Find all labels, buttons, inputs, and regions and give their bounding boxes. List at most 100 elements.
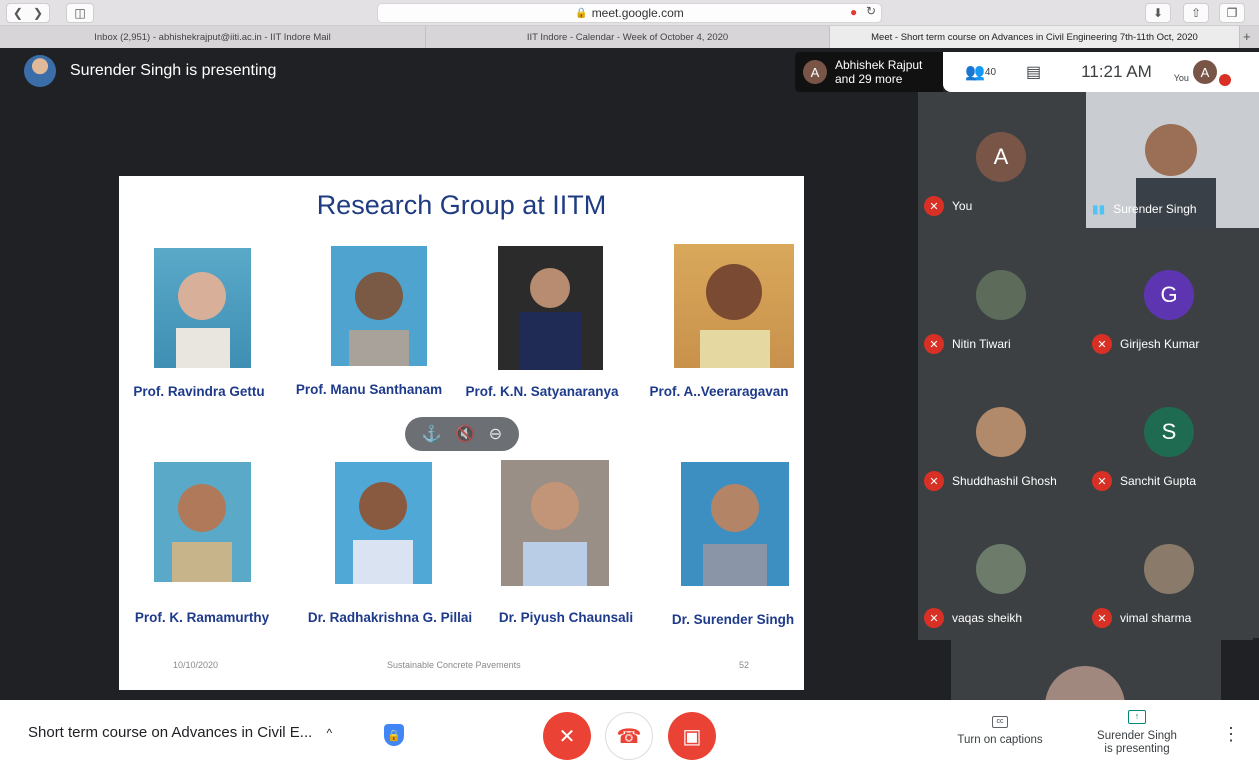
downloads-button[interactable]: ⬇	[1145, 3, 1171, 23]
meeting-controls-bar: Short term course on Advances in Civil E…	[0, 700, 1259, 766]
avatar	[1144, 544, 1194, 594]
new-tab-button[interactable]: +	[1243, 29, 1251, 44]
people-icon: 👥	[965, 64, 985, 81]
captions-label: Turn on captions	[957, 734, 1043, 746]
tile-hover-toolbar: ⚓ 🔇 ⊖	[405, 417, 519, 451]
avatar: S	[1144, 407, 1194, 457]
meet-top-bar: 👥 40 ▤ 11:21 AM You A	[943, 52, 1259, 92]
captions-icon: cc	[992, 716, 1008, 728]
tab-bar: Inbox (2,951) - abhishekrajput@iiti.ac.i…	[0, 26, 1259, 48]
more-options-icon[interactable]: ⋮	[1222, 724, 1240, 745]
camera-off-icon: ▣	[682, 725, 702, 748]
mute-audio-icon[interactable]: 🔇	[455, 424, 475, 444]
mic-toggle-button[interactable]: ✕	[543, 712, 591, 760]
self-label: You	[1173, 73, 1189, 83]
slide-footer-date: 10/10/2020	[173, 660, 219, 670]
tile-vaqas-sheikh[interactable]: ✕ vaqas sheikh	[918, 504, 1085, 640]
camera-toggle-button[interactable]: ▣	[668, 712, 716, 760]
self-avatar[interactable]: A	[1192, 60, 1217, 84]
mic-off-icon: ✕	[924, 196, 944, 216]
sidebar-toggle-button[interactable]: ◫	[66, 3, 94, 23]
presenter-avatar	[24, 55, 56, 87]
chat-button[interactable]: ▤	[1026, 62, 1041, 82]
url-text: meet.google.com	[591, 6, 684, 20]
chat-icon: ▤	[1026, 64, 1042, 81]
mic-off-icon: ✕	[1092, 334, 1112, 354]
participant-name: vimal sharma	[1120, 611, 1192, 625]
chip-avatar: A	[803, 60, 827, 84]
tab-overview-button[interactable]: ❐	[1219, 3, 1245, 23]
chip-line1: Abhishek Rajput	[835, 58, 923, 72]
presenter-banner: Surender Singh is presenting	[24, 55, 324, 87]
microphone-in-use-icon[interactable]: ●	[850, 5, 857, 19]
tile-shuddhashil-ghosh[interactable]: ✕ Shuddhashil Ghosh	[918, 367, 1085, 503]
forward-icon[interactable]: ❯	[33, 6, 43, 20]
tile-you[interactable]: A ✕ You	[918, 92, 1085, 228]
participants-chip[interactable]: A Abhishek Rajput and 29 more	[795, 52, 943, 92]
mic-off-icon: ✕	[924, 471, 944, 491]
address-bar[interactable]: 🔒 meet.google.com	[377, 3, 882, 23]
tile-sanchit-gupta[interactable]: S ✕ Sanchit Gupta	[1086, 367, 1253, 503]
name-radhakrishna-pillai: Dr. Radhakrishna G. Pillai	[307, 610, 473, 625]
share-icon: ⇧	[1190, 6, 1202, 20]
present-icon: ↑	[1128, 710, 1146, 724]
participant-name: vaqas sheikh	[952, 611, 1023, 625]
photo-ravindra-gettu	[154, 248, 251, 368]
mic-off-icon: ✕	[1092, 471, 1112, 491]
sidebar-icon: ◫	[74, 6, 86, 20]
name-a-veeraragavan: Prof. A..Veeraragavan	[649, 384, 789, 399]
self-view-tile[interactable]	[951, 638, 1221, 700]
leave-call-button[interactable]: ☎	[605, 712, 653, 760]
lock-icon: 🔒	[575, 7, 588, 19]
self-mute-indicator	[1218, 74, 1231, 86]
mic-off-icon: ✕	[924, 608, 944, 628]
present-now-button[interactable]: ↑ Surender Singh is presenting	[1082, 710, 1192, 756]
avatar: A	[976, 132, 1026, 182]
slide-footer-title: Sustainable Concrete Pavements	[387, 660, 521, 670]
name-k-ramamurthy: Prof. K. Ramamurthy	[134, 610, 270, 625]
photo-surender-singh	[681, 462, 789, 586]
share-button[interactable]: ⇧	[1183, 3, 1209, 23]
participant-count: 40	[984, 66, 997, 78]
name-surender-singh: Dr. Surender Singh	[671, 612, 795, 627]
name-ravindra-gettu: Prof. Ravindra Gettu	[133, 384, 265, 399]
photo-a-veeraragavan	[674, 244, 794, 368]
host-controls-shield-icon[interactable]: 🔒	[384, 724, 404, 746]
mic-off-icon: ✕	[558, 725, 576, 748]
tile-girijesh-kumar[interactable]: G ✕ Girijesh Kumar	[1086, 230, 1253, 366]
participants-button[interactable]: 👥 40	[965, 62, 996, 82]
meeting-clock: 11:21 AM	[1081, 62, 1152, 81]
photo-manu-santhanam	[331, 246, 427, 366]
reload-icon[interactable]: ↻	[866, 4, 876, 18]
back-forward-buttons[interactable]: ❮ ❯	[6, 3, 50, 23]
tab-meet[interactable]: Meet - Short term course on Advances in …	[830, 26, 1240, 48]
mic-off-icon: ✕	[924, 334, 944, 354]
photo-kn-satyanarayana	[498, 246, 603, 370]
tile-surender-singh[interactable]: ▮▮ Surender Singh	[1086, 92, 1259, 228]
tab-calendar[interactable]: IIT Indore - Calendar - Week of October …	[426, 26, 830, 48]
presenting-line2: is presenting	[1104, 743, 1170, 755]
photo-piyush-chaunsali	[501, 460, 609, 586]
photo-k-ramamurthy	[154, 462, 251, 582]
avatar	[976, 270, 1026, 320]
photo-radhakrishna-pillai	[335, 462, 432, 584]
back-icon[interactable]: ❮	[13, 6, 23, 20]
remove-icon[interactable]: ⊖	[489, 424, 502, 444]
tab-inbox[interactable]: Inbox (2,951) - abhishekrajput@iiti.ac.i…	[0, 26, 426, 48]
captions-button[interactable]: cc Turn on captions	[950, 716, 1050, 747]
tile-vimal-sharma[interactable]: ✕ vimal sharma	[1086, 504, 1253, 640]
name-manu-santhanam: Prof. Manu Santhanam	[295, 382, 443, 397]
pin-icon[interactable]: ⚓	[422, 424, 442, 444]
avatar: G	[1144, 270, 1194, 320]
speaking-icon: ▮▮	[1092, 202, 1106, 216]
participant-tiles: A ✕ You ▮▮ Surender Singh ✕ Nitin Tiwari G …	[918, 92, 1259, 640]
tile-nitin-tiwari[interactable]: ✕ Nitin Tiwari	[918, 230, 1085, 366]
tabs-icon: ❐	[1226, 6, 1238, 20]
participant-name: You	[952, 199, 973, 213]
participant-name: Nitin Tiwari	[952, 337, 1011, 351]
slide-page-number: 52	[739, 660, 750, 670]
download-icon: ⬇	[1152, 6, 1164, 20]
presenter-text: Surender Singh is presenting	[70, 62, 277, 79]
avatar	[976, 544, 1026, 594]
meeting-details-button[interactable]: Short term course on Advances in Civil E…	[28, 724, 332, 741]
